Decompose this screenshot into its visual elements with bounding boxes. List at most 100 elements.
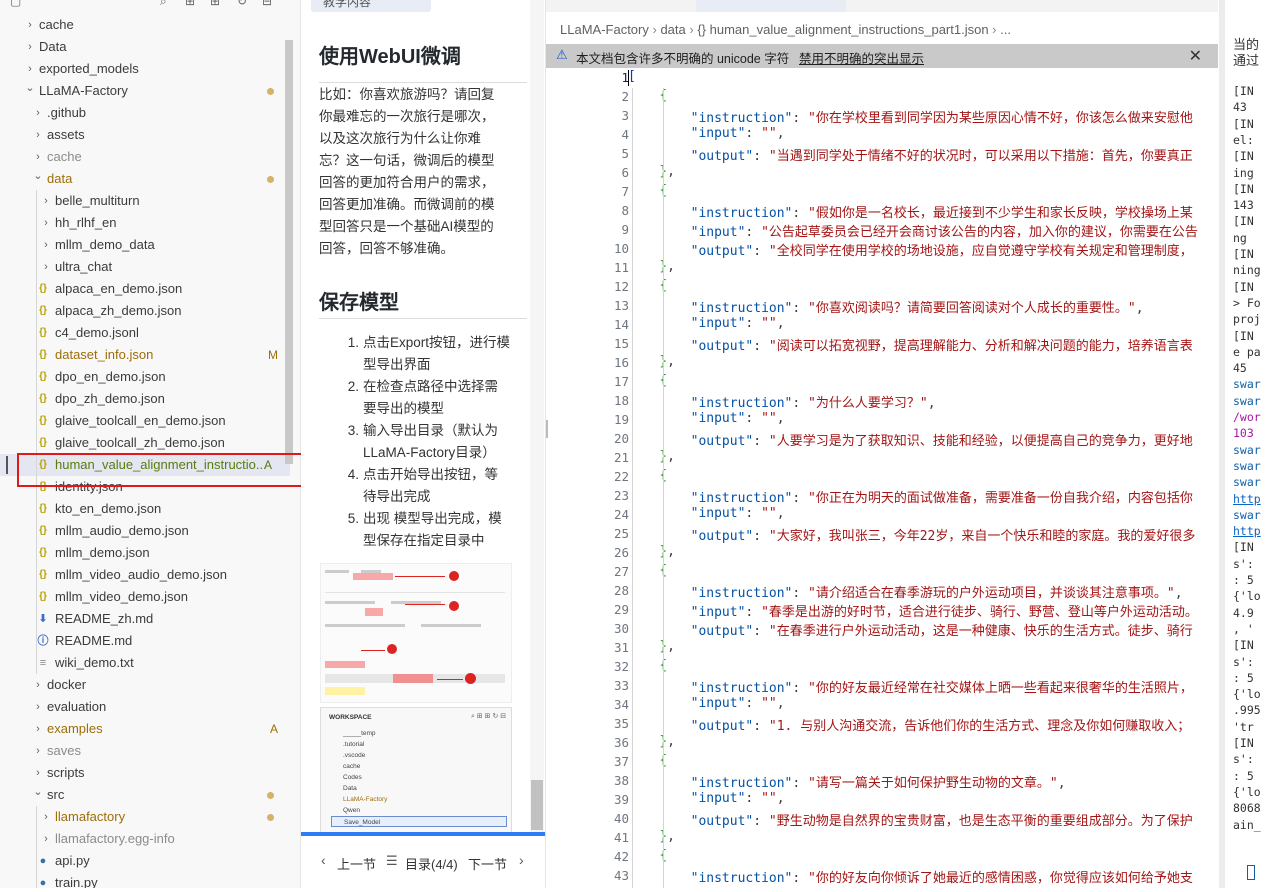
disable-highlight-link[interactable]: 禁用不明确的突出显示 xyxy=(799,48,924,67)
tree-item[interactable]: › docker xyxy=(0,674,290,696)
code-line[interactable]: }, xyxy=(628,829,675,844)
tree-item[interactable]: › assets xyxy=(0,124,290,146)
code-line[interactable]: "instruction": "请介绍适合在春季游玩的户外运动项目，并谈谈其注意… xyxy=(628,582,1183,601)
code-line[interactable]: "instruction": "为什么人要学习？", xyxy=(628,392,936,411)
code-line[interactable]: "input": "春季是出游的好时节，适合进行徒步、骑行、野营、登山等户外运动… xyxy=(628,601,1198,620)
code-line[interactable]: "instruction": "你的好友向你倾诉了她最近的感情困惑，你觉得应该如… xyxy=(628,867,1193,886)
code-line[interactable]: "output": "阅读可以拓宽视野，提高理解能力、分析和解决问题的能力，培养… xyxy=(628,335,1193,354)
breadcrumb-item[interactable]: data xyxy=(660,22,685,37)
code-line[interactable]: }, xyxy=(628,354,675,369)
tree-item[interactable]: ⬇ README_zh.md xyxy=(0,608,290,630)
next-chevron-icon[interactable]: › xyxy=(519,852,524,868)
tree-item[interactable]: › ultra_chat xyxy=(0,256,290,278)
code-line[interactable]: "instruction": "你在学校里看到同学因为某些原因心情不好，你该怎么… xyxy=(628,107,1193,126)
tree-item[interactable]: {} kto_en_demo.json xyxy=(0,498,290,520)
code-line[interactable]: "output": "1. 与别人沟通交流，告诉他们你的生活方式、理念及你如何赚… xyxy=(628,715,1191,734)
code-line[interactable]: }, xyxy=(628,164,675,179)
chevron-right-icon[interactable]: › xyxy=(32,718,44,740)
prev-section-link[interactable]: 上一节 xyxy=(337,854,376,873)
code-line[interactable]: { xyxy=(628,373,667,388)
code-line[interactable]: }, xyxy=(628,734,675,749)
code-line[interactable]: "input": "", xyxy=(628,506,785,521)
tree-item[interactable]: ≡ wiki_demo.txt xyxy=(0,652,290,674)
tree-item[interactable]: › belle_multiturn xyxy=(0,190,290,212)
explorer-scrollbar[interactable] xyxy=(285,40,293,464)
code-line[interactable]: }, xyxy=(628,259,675,274)
tree-item[interactable]: {} mllm_demo.json xyxy=(0,542,290,564)
chevron-right-icon[interactable]: › xyxy=(40,828,52,850)
refresh-icon[interactable]: ↻ xyxy=(237,0,247,8)
next-section-link[interactable]: 下一节 xyxy=(468,854,507,873)
terminal-panel[interactable]: 当的 通过 [IN 43 [IN el: [IN ing [IN 143 [IN ng [IN n… xyxy=(1219,0,1269,888)
tree-item[interactable]: › mllm_demo_data xyxy=(0,234,290,256)
code-line[interactable]: "input": "", xyxy=(628,411,785,426)
tree-item[interactable]: ⌄ data xyxy=(0,168,290,190)
code-line[interactable]: "input": "", xyxy=(628,696,785,711)
tutorial-scrollbar-thumb[interactable] xyxy=(531,780,543,830)
tree-item[interactable]: › exported_models xyxy=(0,58,290,80)
prev-chevron-icon[interactable]: ‹ xyxy=(321,852,326,868)
code-line[interactable]: "instruction": "假如你是一名校长，最近接到不少学生和家长反映，学… xyxy=(628,202,1193,221)
tree-item[interactable]: › cache xyxy=(0,14,290,36)
tree-item[interactable]: › .github xyxy=(0,102,290,124)
chevron-right-icon[interactable]: › xyxy=(32,102,44,124)
code-line[interactable]: }, xyxy=(628,639,675,654)
toc-list-icon[interactable]: ☰ xyxy=(386,853,398,869)
tree-item[interactable]: {} alpaca_en_demo.json xyxy=(0,278,290,300)
tree-item[interactable]: ● train.py xyxy=(0,872,290,888)
tree-item[interactable]: {} mllm_video_demo.json xyxy=(0,586,290,608)
code-area[interactable]: 1[2 {3 "instruction": "你在学校里看到同学因为某些原因心情… xyxy=(546,68,1218,888)
code-line[interactable]: "input": "公告起草委员会已经开会商讨该公告的内容，加入你的建议，你需要… xyxy=(628,221,1198,240)
tree-item[interactable]: › llamafactory xyxy=(0,806,290,828)
chevron-right-icon[interactable]: › xyxy=(40,212,52,234)
code-line[interactable]: "output": "大家好，我叫张三，今年22岁，来自一个快乐和睦的家庭。我的… xyxy=(628,525,1196,544)
code-line[interactable]: "output": "当遇到同学处于情绪不好的状况时，可以采用以下措施：首先，你… xyxy=(628,145,1193,164)
tree-item[interactable]: ● api.py xyxy=(0,850,290,872)
tree-item[interactable]: {} alpaca_zh_demo.json xyxy=(0,300,290,322)
tutorial-scrollbar-track[interactable] xyxy=(530,0,544,832)
tree-item[interactable]: ⓘ README.md xyxy=(0,630,290,652)
code-line[interactable]: { xyxy=(628,848,667,863)
code-line[interactable]: { xyxy=(628,278,667,293)
new-folder-icon[interactable]: ⊞ xyxy=(210,0,220,8)
editor-divider[interactable] xyxy=(546,420,548,438)
breadcrumb-item[interactable]: LLaMA-Factory xyxy=(560,22,649,37)
close-icon[interactable]: ✕ xyxy=(1189,46,1202,66)
chevron-right-icon[interactable]: › xyxy=(32,124,44,146)
tree-item[interactable]: › evaluation xyxy=(0,696,290,718)
tree-item[interactable]: {} dataset_info.json M xyxy=(0,344,290,366)
tree-item[interactable]: ⌄ LLaMA-Factory xyxy=(0,80,290,102)
code-line[interactable]: "instruction": "你正在为明天的面试做准备，需要准备一份自我介绍，… xyxy=(628,487,1193,506)
tree-item[interactable]: › llamafactory.egg-info xyxy=(0,828,290,850)
new-file-icon[interactable]: ⊞ xyxy=(185,0,195,8)
chevron-down-icon[interactable]: ⌄ xyxy=(32,781,44,803)
code-line[interactable]: { xyxy=(628,753,667,768)
code-line[interactable]: "instruction": "请写一篇关于如何保护野生动物的文章。", xyxy=(628,772,1066,791)
chevron-right-icon[interactable]: › xyxy=(32,740,44,762)
tree-item[interactable]: › Data xyxy=(0,36,290,58)
code-line[interactable]: { xyxy=(628,88,667,103)
files-icon[interactable]: ▢ xyxy=(10,0,21,8)
code-line[interactable]: { xyxy=(628,468,667,483)
code-line[interactable]: "output": "全校同学在使用学校的场地设施，应自觉遵守学校有关规定和管理… xyxy=(628,240,1193,259)
code-line[interactable]: "input": "", xyxy=(628,126,785,141)
chevron-right-icon[interactable]: › xyxy=(32,696,44,718)
code-line[interactable]: "input": "", xyxy=(628,316,785,331)
tree-item[interactable]: › examples A xyxy=(0,718,290,740)
chevron-down-icon[interactable]: ⌄ xyxy=(32,165,44,187)
chevron-right-icon[interactable]: › xyxy=(40,190,52,212)
code-line[interactable]: "output": "人要学习是为了获取知识、技能和经验，以便提高自己的竞争力，… xyxy=(628,430,1193,449)
chevron-right-icon[interactable]: › xyxy=(40,256,52,278)
tree-item[interactable]: {} glaive_toolcall_zh_demo.json xyxy=(0,432,290,454)
chevron-right-icon[interactable]: › xyxy=(40,234,52,256)
code-line[interactable]: "input": "", xyxy=(628,791,785,806)
code-line[interactable]: "output": "野生动物是自然界的宝贵财富，也是生态平衡的重要组成部分。为… xyxy=(628,810,1193,829)
chevron-right-icon[interactable]: › xyxy=(24,14,36,36)
code-line[interactable]: { xyxy=(628,183,667,198)
tree-item[interactable]: {} dpo_en_demo.json xyxy=(0,366,290,388)
code-line[interactable]: { xyxy=(628,563,667,578)
tutorial-tab[interactable]: 教学内容 xyxy=(311,0,431,12)
code-line[interactable]: "output": "在春季进行户外运动活动，这是一种健康、快乐的生活方式。徒步… xyxy=(628,620,1193,639)
breadcrumb-item[interactable]: {} human_value_alignment_instructions_pa… xyxy=(697,22,988,37)
toc-link[interactable]: 目录(4/4) xyxy=(405,854,458,873)
